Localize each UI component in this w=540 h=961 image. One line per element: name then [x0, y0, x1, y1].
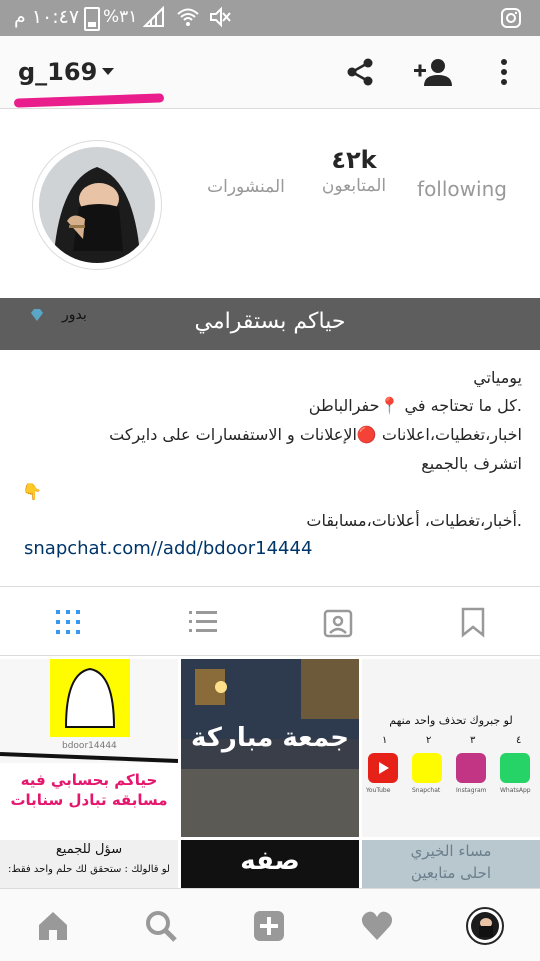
- tile-caption: لو قالولك : ستحقق لك حلم واحد فقط:: [8, 864, 170, 875]
- followers-stat[interactable]: ٤٢k المتابعون: [304, 146, 404, 196]
- post-tile[interactable]: لو جبروك تحذف واحد منهم ١ ٢ ٣ ٤ YouTube …: [362, 659, 540, 837]
- profile-avatar-icon[interactable]: [466, 907, 504, 945]
- battery-icon: [84, 7, 100, 31]
- followers-count: ٤٢k: [331, 146, 377, 174]
- profile-name-banner: بدور حياكم بستقرامي: [0, 298, 540, 350]
- posts-label: المنشورات: [207, 177, 285, 197]
- bottom-navigation: [0, 888, 540, 961]
- wifi-icon: [177, 8, 199, 26]
- post-tile[interactable]: جمعة مباركة: [181, 659, 359, 837]
- tile-header: لو جبروك تحذف واحد منهم: [389, 714, 513, 727]
- heart-icon[interactable]: [360, 909, 394, 943]
- tile-caption: جمعة مباركة: [191, 723, 349, 753]
- tile-caption: مسابقه تبادل سنابات: [10, 791, 168, 809]
- snap-handle: bdoor14444: [62, 741, 117, 751]
- new-post-icon[interactable]: [252, 909, 286, 943]
- bio-line: اخبار،تغطيات،اعلانات 🔴الإعلانات و الاستف…: [109, 425, 522, 444]
- following-label: following: [417, 177, 507, 201]
- chevron-down-icon[interactable]: [102, 68, 114, 75]
- signal-icon: [143, 6, 164, 27]
- add-person-icon[interactable]: [414, 56, 452, 88]
- banner-title: حياكم بستقرامي: [194, 309, 346, 334]
- bio-line: يومياتي: [473, 368, 522, 387]
- share-icon[interactable]: [344, 56, 376, 88]
- bio-line: .أخبار،تغطيات، أعلانات،مسابقات: [306, 511, 522, 530]
- tile-caption: احلى متابعين: [410, 864, 492, 882]
- followers-label: المتابعون: [321, 176, 387, 196]
- tile-caption: حياكم بحسابي فيه: [20, 771, 158, 789]
- tile-number: ٣: [470, 735, 476, 746]
- bio-line: اتشرف بالجميع: [421, 454, 522, 473]
- tagged-photos-icon[interactable]: [322, 606, 354, 638]
- saved-bookmark-icon[interactable]: [457, 606, 489, 638]
- app-label: YouTube: [366, 787, 391, 794]
- posts-grid: bdoor14444 حياكم بحسابي فيه مسابقه تبادل…: [0, 659, 540, 889]
- status-time: ١٠:٤٧ م: [14, 6, 80, 28]
- app-label: Snapchat: [412, 787, 441, 794]
- bio-line: .كل ما تحتاجه في 📍حفرالباطن: [308, 396, 522, 415]
- username-switcher[interactable]: g_169: [18, 58, 97, 86]
- post-tile[interactable]: bdoor14444 حياكم بحسابي فيه مسابقه تبادل…: [0, 659, 178, 837]
- tile-number: ٢: [426, 735, 432, 746]
- more-options-icon[interactable]: [490, 56, 518, 88]
- instagram-notification-icon: [501, 8, 521, 28]
- tile-caption: صفه: [240, 846, 300, 876]
- mute-icon: [210, 6, 231, 28]
- tile-number: ٤: [516, 735, 522, 746]
- post-tile[interactable]: صفه: [181, 840, 359, 889]
- tile-caption: سؤل للجميع: [55, 842, 123, 857]
- battery-percent: %٣١: [103, 7, 138, 27]
- tile-number: ١: [382, 735, 388, 746]
- search-icon[interactable]: [144, 909, 178, 943]
- status-bar: ١٠:٤٧ م %٣١: [0, 0, 540, 36]
- bio-link[interactable]: snapchat.com//add/bdoor14444: [24, 538, 524, 559]
- grid-view-icon[interactable]: [52, 606, 84, 638]
- post-tile[interactable]: سؤل للجميع لو قالولك : ستحقق لك حلم واحد…: [0, 840, 178, 889]
- divider: [0, 655, 540, 656]
- posts-stat[interactable]: المنشورات: [196, 146, 296, 197]
- home-icon[interactable]: [36, 909, 70, 943]
- post-tile[interactable]: مساء الخيري احلى متابعين: [362, 840, 540, 889]
- app-label: WhatsApp: [500, 787, 531, 794]
- bio-line: 👇: [22, 482, 42, 501]
- app-label: Instagram: [456, 787, 487, 794]
- following-stat[interactable]: following: [412, 146, 512, 201]
- tile-caption: مساء الخيري: [410, 842, 492, 860]
- divider: [0, 586, 540, 587]
- profile-avatar[interactable]: [32, 140, 162, 270]
- list-view-icon[interactable]: [187, 606, 219, 638]
